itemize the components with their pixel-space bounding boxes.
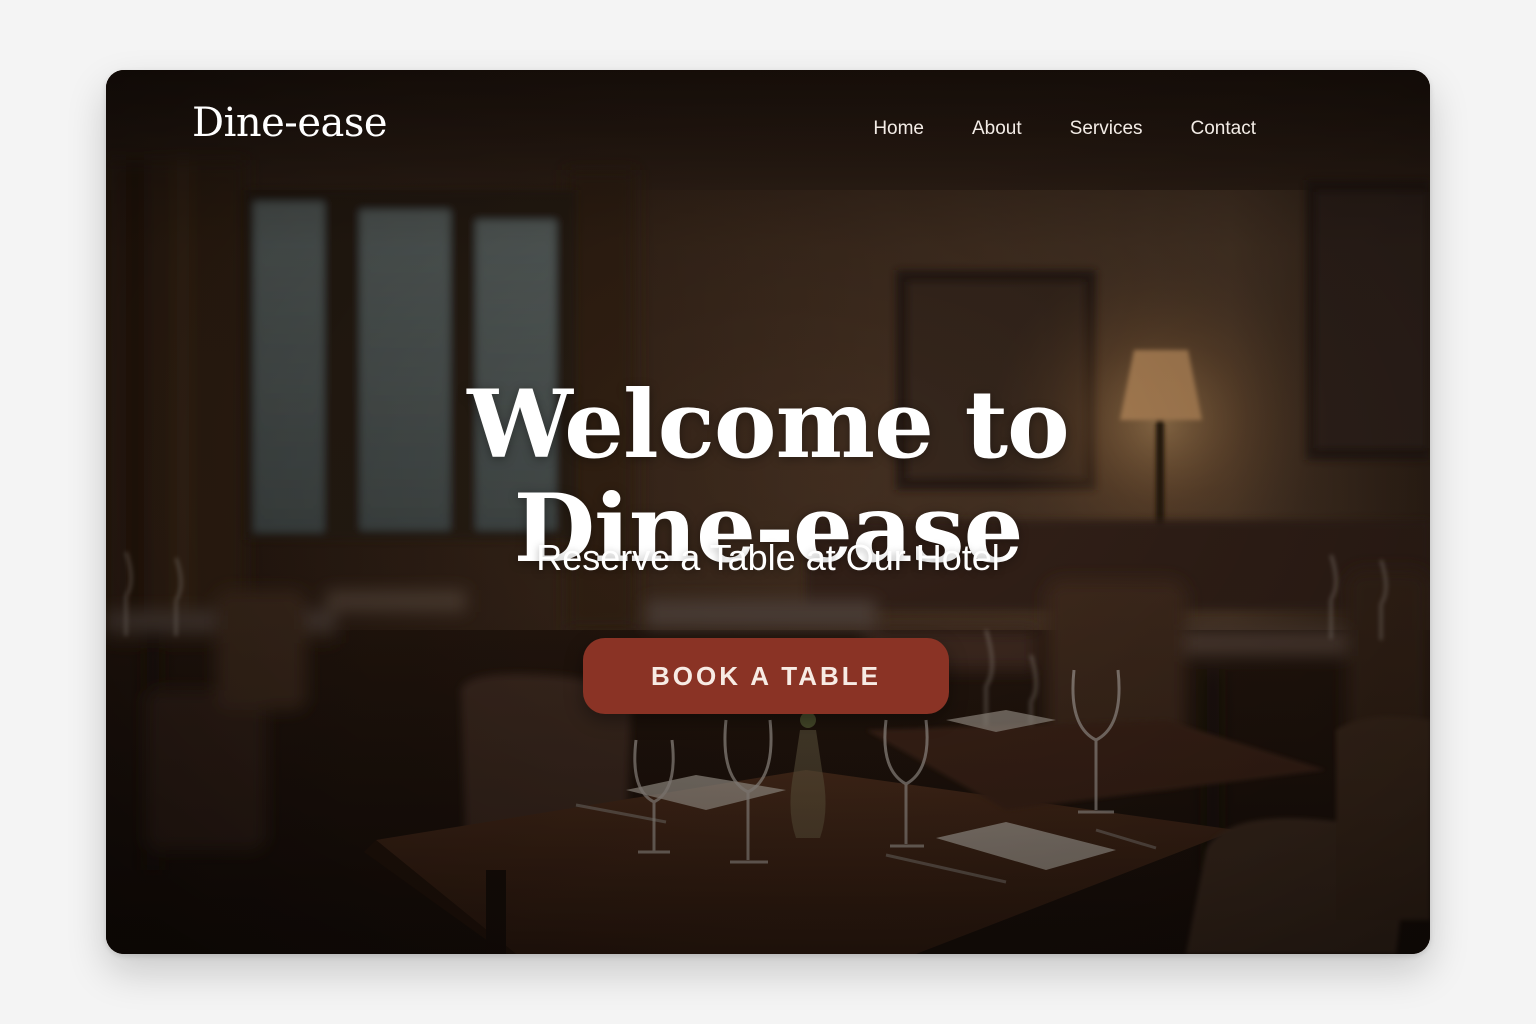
main-nav: Home About Services Contact <box>873 118 1256 140</box>
nav-services[interactable]: Services <box>1070 118 1143 140</box>
page: Dine-ease Home About Services Contact We… <box>0 0 1536 1024</box>
nav-contact[interactable]: Contact <box>1191 118 1256 140</box>
hero-title-line-1: Welcome to <box>467 369 1069 480</box>
brand-logo[interactable]: Dine-ease <box>192 100 388 146</box>
book-a-table-button[interactable]: BOOK A TABLE <box>583 638 949 714</box>
nav-home[interactable]: Home <box>873 118 924 140</box>
hero-card: Dine-ease Home About Services Contact We… <box>106 70 1430 954</box>
hero-subtitle: Reserve a Table at Our Hotel <box>536 537 1000 578</box>
site-header: Dine-ease Home About Services Contact <box>106 70 1430 190</box>
nav-about[interactable]: About <box>972 118 1022 140</box>
